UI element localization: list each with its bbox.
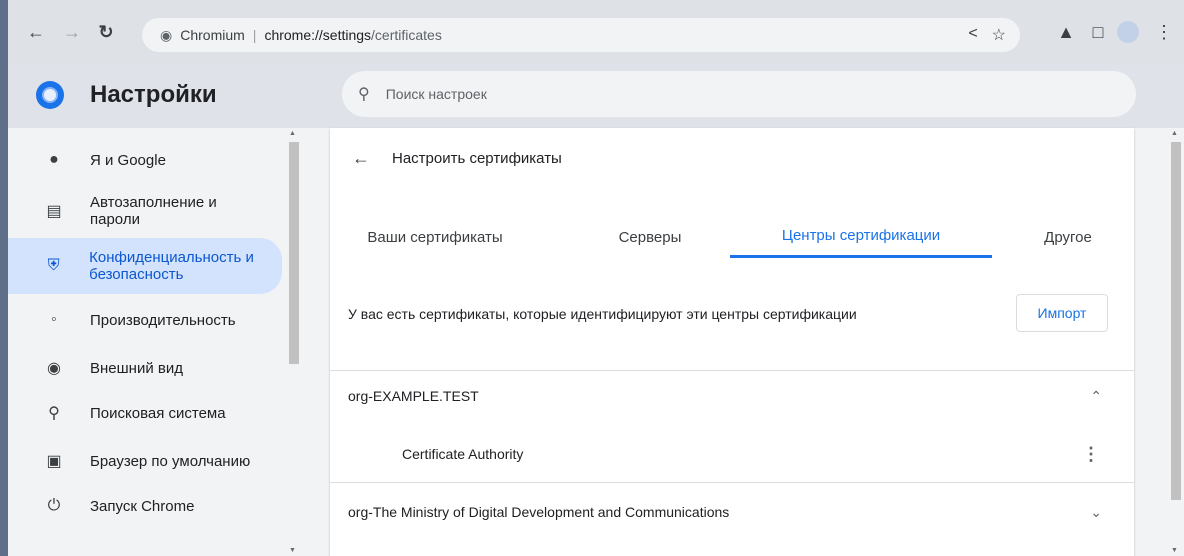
more-options-icon[interactable]: ⋮ xyxy=(1082,444,1100,465)
sidebar-item-you-and-google[interactable]: ● Я и Google xyxy=(8,140,282,180)
search-placeholder: Поиск настроек xyxy=(385,86,487,102)
page-scroll-thumb[interactable] xyxy=(1171,142,1181,500)
import-button[interactable]: Импорт xyxy=(1016,294,1108,332)
sidebar-item-on-startup[interactable]: ⏻ Запуск Chrome xyxy=(8,484,282,528)
labs-flask-icon[interactable]: ▲ xyxy=(1052,18,1080,46)
person-icon: ● xyxy=(49,151,59,168)
speedometer-icon: ◦ xyxy=(51,311,57,328)
sidebar: ● Я и Google ▤ Автозаполнение и пароли ⛨… xyxy=(8,128,302,556)
settings-search-input[interactable]: ⚲ Поиск настроек xyxy=(342,71,1136,117)
sidebar-item-label: Запуск Chrome xyxy=(90,497,195,515)
url-host: chrome://settings xyxy=(264,27,372,43)
sidebar-item-label: Внешний вид xyxy=(90,359,183,377)
profile-avatar-icon[interactable] xyxy=(1114,18,1142,46)
chromium-site-icon: ◉ xyxy=(160,26,173,43)
reload-icon[interactable]: ↻ xyxy=(92,18,120,46)
sidebar-item-privacy[interactable]: ⛨ Конфиденциальность и безопасность xyxy=(8,238,282,294)
chevron-up-icon[interactable]: ⌃ xyxy=(1090,388,1102,405)
tab-other[interactable]: Другое xyxy=(1018,216,1118,258)
search-icon: ⚲ xyxy=(358,86,370,103)
org-name: org-The Ministry of Digital Development … xyxy=(348,504,730,520)
sidebar-scroll-thumb[interactable] xyxy=(289,142,299,364)
sidebar-item-appearance[interactable]: ◉ Внешний вид xyxy=(8,346,282,390)
org-name: org-EXAMPLE.TEST xyxy=(348,388,479,404)
share-icon[interactable]: < xyxy=(968,25,977,45)
sidebar-item-label: Производительность xyxy=(90,311,236,329)
search-icon: ⚲ xyxy=(48,405,60,422)
subpage-header: ← Настроить сертификаты xyxy=(352,148,562,169)
sidebar-item-label: Браузер по умолчанию xyxy=(90,452,251,470)
shield-icon: ⛨ xyxy=(47,257,60,274)
subpage-title: Настроить сертификаты xyxy=(392,150,562,167)
settings-header: Настройки ⚲ Поиск настроек xyxy=(0,64,1184,128)
scroll-up-icon[interactable]: ▲ xyxy=(289,130,296,137)
sidebar-item-autofill[interactable]: ▤ Автозаполнение и пароли xyxy=(8,188,282,234)
scroll-up-icon[interactable]: ▲ xyxy=(1171,130,1178,137)
tab-servers[interactable]: Серверы xyxy=(598,216,702,258)
certificate-tabs: Ваши сертификаты Серверы Центры сертифик… xyxy=(330,216,1134,258)
sidebar-item-label: Конфиденциальность и безопасность xyxy=(89,249,254,283)
chromium-logo-icon xyxy=(36,81,64,109)
certificate-name: Certificate Authority xyxy=(402,446,524,462)
forward-icon[interactable]: → xyxy=(58,18,86,46)
omnibox-separator: | xyxy=(252,27,257,43)
address-bar[interactable]: ◉ Chromium | chrome://settings /certific… xyxy=(142,18,1020,52)
scroll-down-icon[interactable]: ▼ xyxy=(289,547,296,554)
power-icon: ⏻ xyxy=(47,497,61,514)
sidebar-item-default-browser[interactable]: ▣ Браузер по умолчанию xyxy=(8,438,282,484)
back-arrow-icon[interactable]: ← xyxy=(352,148,370,169)
sidebar-item-label: Поисковая система xyxy=(90,404,226,422)
menu-kebab-icon[interactable]: ⋮ xyxy=(1150,18,1178,46)
tab-your-certificates[interactable]: Ваши сертификаты xyxy=(358,216,512,258)
org-row[interactable]: org-EXAMPLE.TEST ⌃ xyxy=(330,368,1134,424)
sidebar-scrollbar[interactable]: ▲ ▼ xyxy=(286,128,302,556)
chevron-down-icon[interactable]: ⌄ xyxy=(1090,504,1102,521)
tab-authorities[interactable]: Центры сертификации xyxy=(730,216,992,258)
clipboard-icon: ▤ xyxy=(46,203,62,220)
certificates-card: ← Настроить сертификаты Ваши сертификаты… xyxy=(330,128,1134,556)
palette-icon: ◉ xyxy=(47,360,61,377)
back-icon[interactable]: ← xyxy=(22,18,50,46)
page-title: Настройки xyxy=(90,81,217,108)
sidebar-item-label: Автозаполнение и пароли xyxy=(90,194,217,228)
side-panel-icon[interactable]: □ xyxy=(1084,18,1112,46)
url-path: /certificates xyxy=(371,27,442,43)
org-row[interactable]: org-The Ministry of Digital Development … xyxy=(330,484,1134,540)
browser-icon: ▣ xyxy=(46,453,62,470)
sidebar-item-search-engine[interactable]: ⚲ Поисковая система xyxy=(8,390,282,436)
browser-toolbar: ← → ↻ ◉ Chromium | chrome://settings /ce… xyxy=(0,0,1184,64)
authorities-description: У вас есть сертификаты, которые идентифи… xyxy=(348,306,857,322)
scroll-down-icon[interactable]: ▼ xyxy=(1171,547,1178,554)
settings-content: ● Я и Google ▤ Автозаполнение и пароли ⛨… xyxy=(0,128,1184,556)
certificate-row: Certificate Authority ⋮ xyxy=(330,426,1134,482)
bookmark-star-icon[interactable]: ☆ xyxy=(992,25,1006,45)
divider xyxy=(330,482,1134,483)
sidebar-item-label: Я и Google xyxy=(90,151,166,169)
sidebar-item-performance[interactable]: ◦ Производительность xyxy=(8,298,282,342)
site-name: Chromium xyxy=(180,27,245,43)
page-scrollbar[interactable]: ▲ ▼ xyxy=(1168,128,1184,556)
